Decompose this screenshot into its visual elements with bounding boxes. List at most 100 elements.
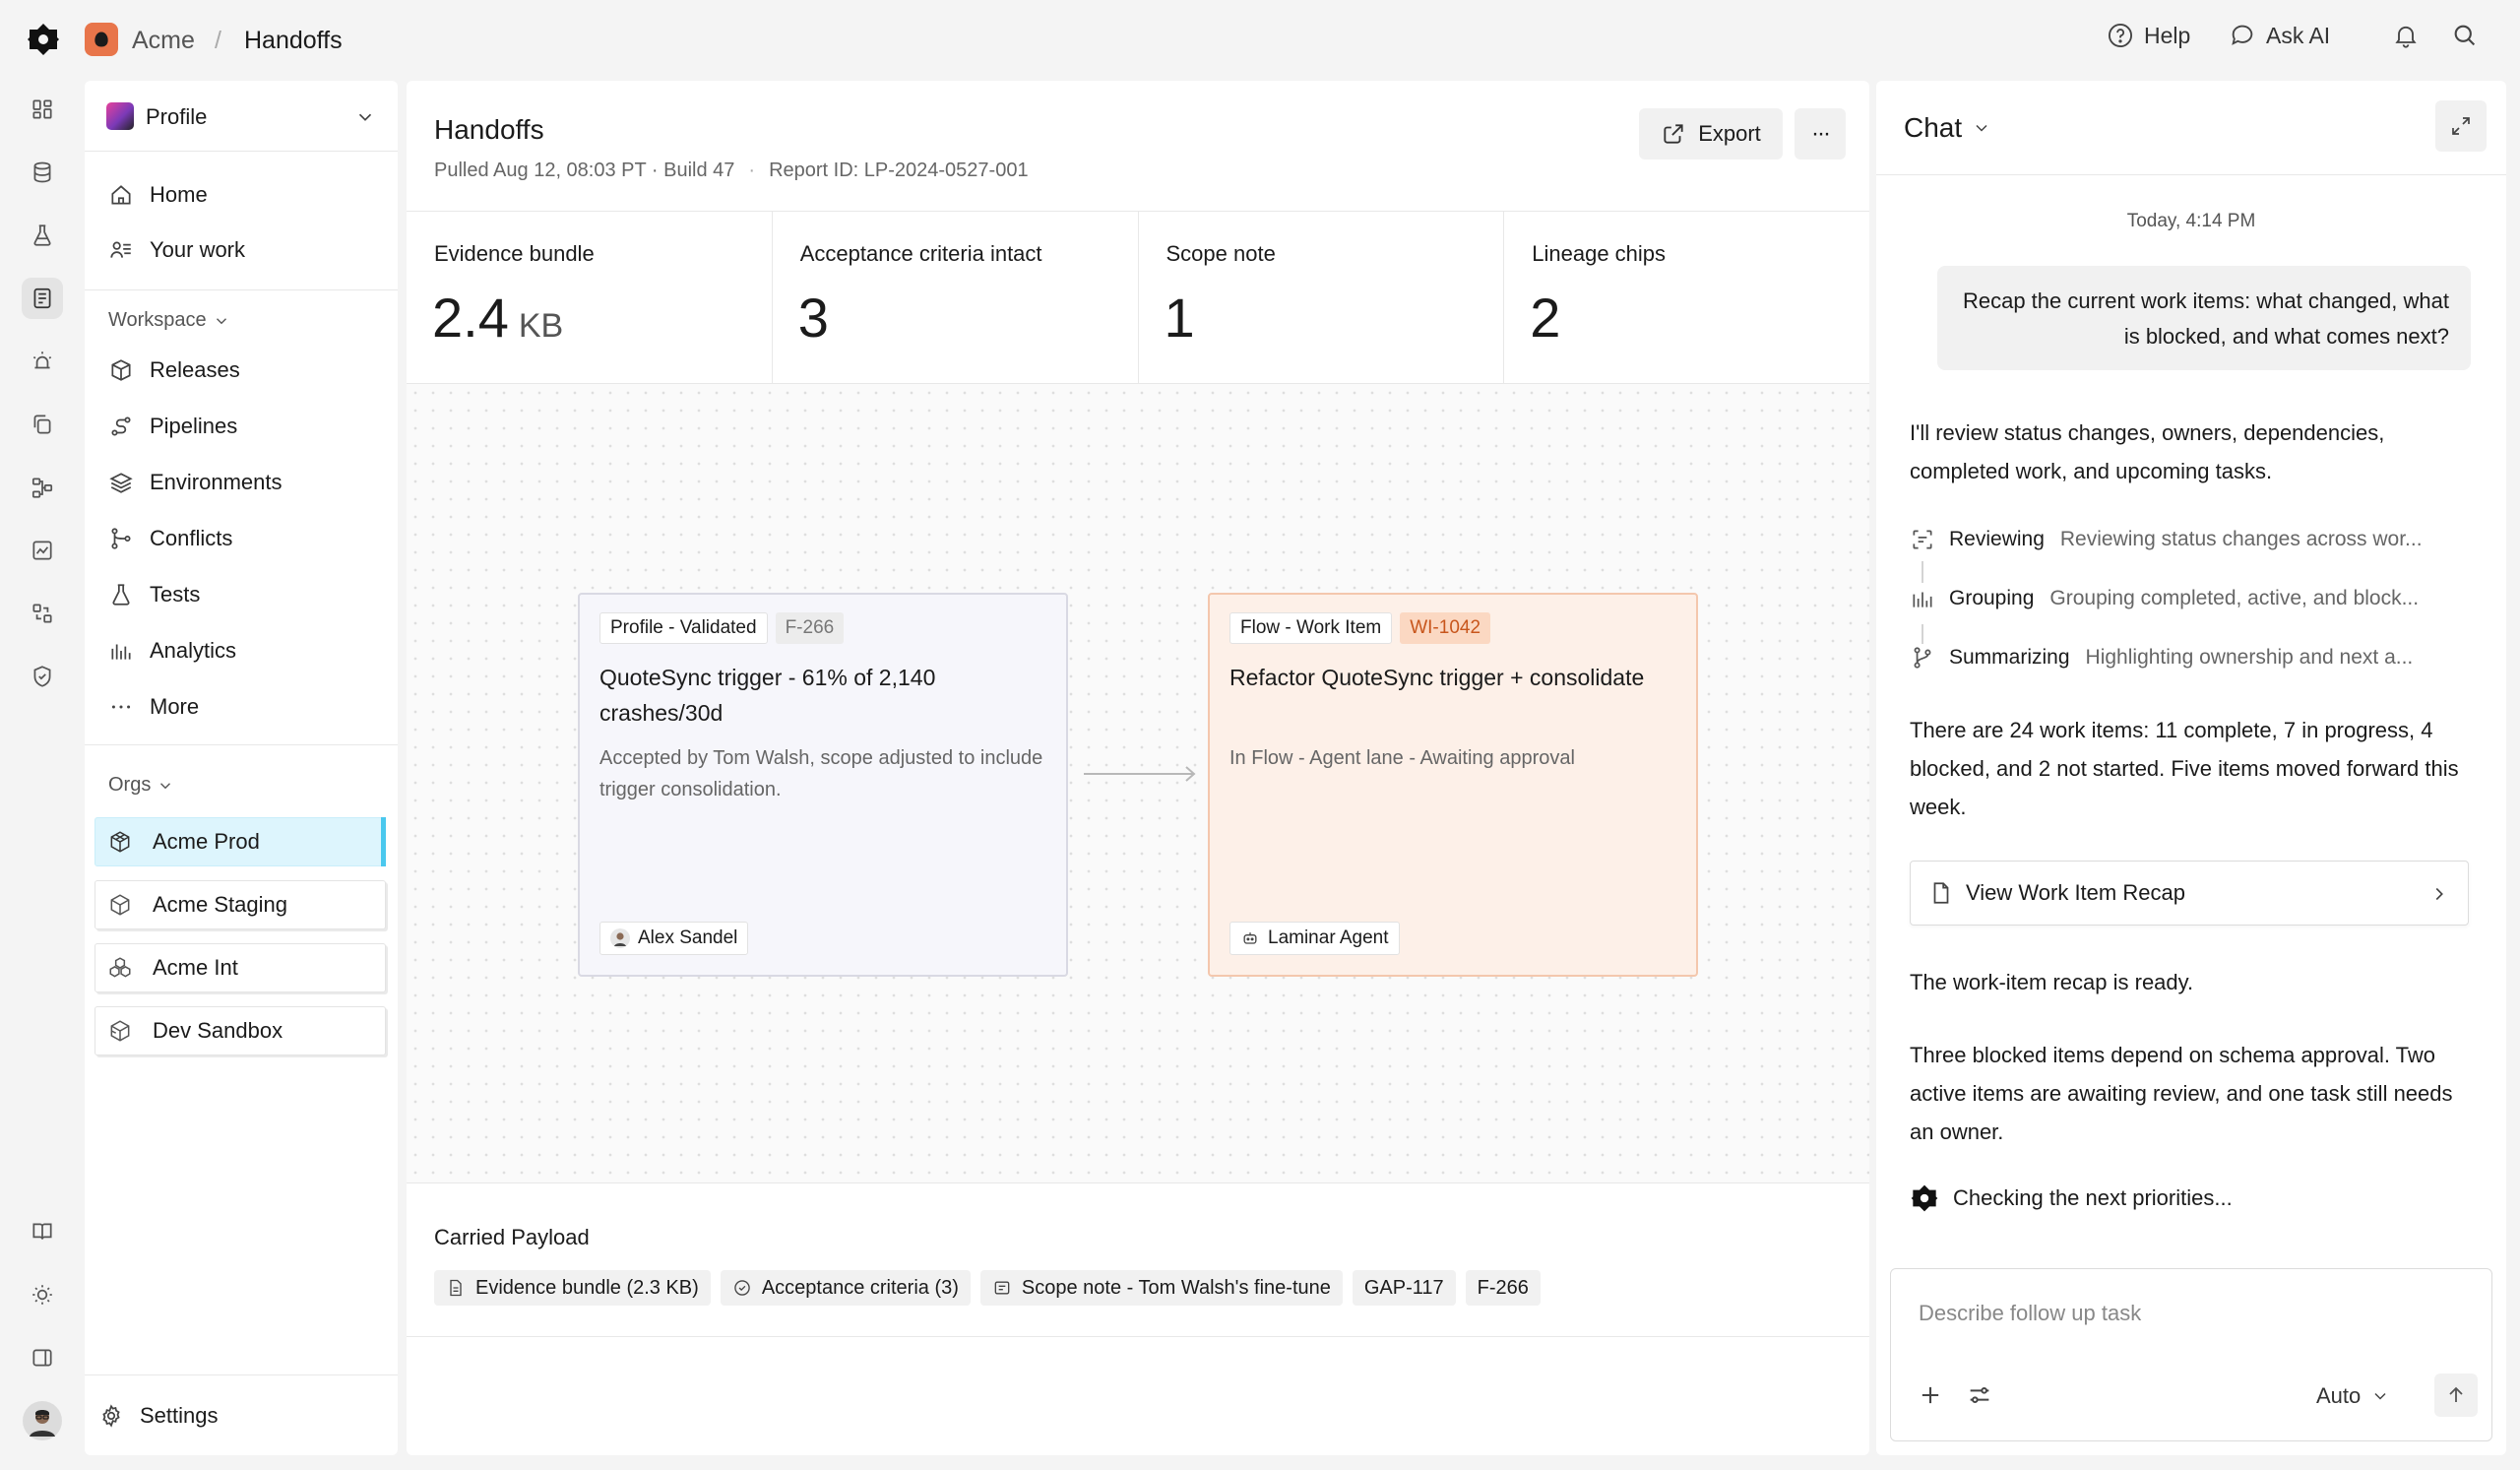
rail-docs-button[interactable]	[22, 1211, 63, 1252]
more-options-button[interactable]: ···	[1795, 108, 1846, 160]
chat-selector[interactable]: Chat	[1904, 112, 1991, 144]
card-status-chip: Flow - Work Item	[1229, 612, 1393, 644]
profile-label: Profile	[146, 104, 208, 129]
expand-chat-button[interactable]	[2435, 100, 2487, 152]
rail-flask-button[interactable]	[22, 215, 63, 256]
rail-theme-button[interactable]	[22, 1274, 63, 1315]
share-export-icon	[1664, 124, 1683, 144]
agent-step-grouping[interactable]: Grouping Grouping completed, active, and…	[1910, 581, 2475, 616]
chat-panel: Chat Today, 4:14 PM Recap the current wo…	[1876, 81, 2506, 1455]
rail-database-button[interactable]	[22, 152, 63, 193]
dashboard-icon	[32, 99, 52, 119]
sidebar-item-label: Environments	[150, 470, 283, 494]
plus-icon[interactable]	[1917, 1381, 1944, 1409]
org-item-acme-prod[interactable]: Acme Prod	[94, 817, 386, 866]
card-title: QuoteSync trigger - 61% of 2,140 crashes…	[599, 665, 936, 726]
stat-label: Evidence bundle	[434, 241, 595, 266]
chat-bubble-icon	[2232, 25, 2253, 45]
pulled-info: Pulled Aug 12, 08:03 PT · Build 47	[434, 160, 735, 181]
org-item-acme-staging[interactable]: Acme Staging	[94, 880, 386, 929]
handoff-card-target[interactable]: Flow - Work Item WI-1042 Refactor QuoteS…	[1208, 593, 1698, 977]
card-owner-chip: Laminar Agent	[1229, 922, 1400, 955]
agent-step-summarizing[interactable]: Summarizing Highlighting ownership and n…	[1910, 640, 2475, 675]
rail-dashboard-button[interactable]	[22, 89, 63, 130]
breadcrumb-org[interactable]: Acme	[132, 26, 195, 55]
handoff-canvas: Profile - Validated F-266 QuoteSync trig…	[407, 384, 1869, 1183]
orgs-label: Orgs	[108, 774, 152, 796]
chat-input[interactable]: Describe follow up task	[1919, 1301, 2141, 1326]
sidebar-item-your-work[interactable]: Your work	[108, 230, 245, 270]
rail-panel-toggle-button[interactable]	[22, 1337, 63, 1378]
stat-unit: KB	[518, 307, 564, 345]
payload-chip-scope-note[interactable]: Scope note - Tom Walsh's fine-tune	[979, 1270, 1343, 1306]
orgs-section-toggle[interactable]: Orgs	[108, 774, 174, 797]
ask-ai-button[interactable]: Ask AI	[2229, 22, 2330, 49]
sliders-icon[interactable]	[1966, 1381, 1993, 1409]
model-selector[interactable]: Auto	[2316, 1383, 2390, 1409]
org-avatar-icon[interactable]	[85, 23, 118, 56]
sidebar-item-label: Releases	[150, 357, 240, 382]
rail-security-button[interactable]	[22, 656, 63, 697]
help-button[interactable]: Help	[2107, 22, 2190, 49]
sidebar-item-environments[interactable]: Environments	[108, 463, 283, 502]
sidebar-item-settings[interactable]: Settings	[98, 1396, 219, 1436]
sidebar-item-analytics[interactable]: Analytics	[108, 631, 236, 671]
sidebar-item-home[interactable]: Home	[108, 175, 208, 215]
stats-row: Evidence bundle 2.4 KB Acceptance criteri…	[407, 211, 1869, 384]
payload-chip-acceptance[interactable]: Acceptance criteria (3)	[720, 1270, 971, 1306]
sidebar-item-tests[interactable]: Tests	[108, 575, 200, 614]
notifications-button[interactable]	[2392, 22, 2420, 49]
rail-transfer-button[interactable]	[22, 593, 63, 634]
rail-workflow-button[interactable]	[22, 467, 63, 508]
sidebar-item-conflicts[interactable]: Conflicts	[108, 519, 232, 558]
rail-copies-button[interactable]	[22, 404, 63, 445]
send-button[interactable]	[2434, 1374, 2478, 1417]
sidebar-item-pipelines[interactable]: Pipelines	[108, 407, 237, 446]
payload-chip-feature[interactable]: F-266	[1465, 1270, 1541, 1306]
payload-chip-gap[interactable]: GAP-117	[1352, 1270, 1456, 1306]
icon-rail	[0, 79, 83, 1470]
workspace-section-toggle[interactable]: Workspace	[108, 309, 230, 332]
dots-icon	[111, 705, 131, 709]
org-label: Acme Int	[153, 955, 238, 980]
bars-icon	[1913, 592, 1932, 607]
org-item-acme-int[interactable]: Acme Int	[94, 943, 386, 992]
top-bar: Acme / Handoffs Help Ask AI	[0, 0, 2520, 79]
chart-window-icon	[32, 541, 52, 560]
app-logo-icon[interactable]	[26, 22, 61, 57]
export-label: Export	[1698, 121, 1761, 146]
profile-selector[interactable]: Profile	[85, 81, 398, 152]
stat-scope-note: Scope note 1	[1139, 212, 1505, 383]
shield-check-icon	[33, 666, 51, 687]
view-work-item-recap-button[interactable]: View Work Item Recap	[1910, 861, 2469, 926]
rail-alerts-button[interactable]	[22, 341, 63, 382]
search-button[interactable]	[2451, 22, 2479, 49]
handoff-card-source[interactable]: Profile - Validated F-266 QuoteSync trig…	[578, 593, 1068, 977]
payload-chip-label: Acceptance criteria (3)	[761, 1276, 959, 1299]
sun-icon	[32, 1285, 52, 1305]
agent-step-reviewing[interactable]: Reviewing Reviewing status changes acros…	[1910, 522, 2475, 557]
export-button[interactable]: Export	[1639, 108, 1783, 160]
chevron-right-icon	[2435, 887, 2443, 901]
user-avatar[interactable]	[22, 1400, 63, 1441]
payload-chip-label: Evidence bundle (2.3 KB)	[475, 1276, 699, 1299]
stat-number: 2.4	[432, 287, 509, 349]
rail-reports-button[interactable]	[22, 278, 63, 319]
document-icon	[33, 288, 51, 309]
file-icon	[1933, 882, 1949, 904]
sidebar-item-more[interactable]: More	[108, 687, 199, 727]
flask-icon	[33, 224, 51, 246]
sidebar-item-releases[interactable]: Releases	[108, 351, 240, 390]
chevron-down-icon	[1976, 124, 1987, 132]
bars-icon	[111, 644, 131, 660]
payload-chip-evidence[interactable]: Evidence bundle (2.3 KB)	[434, 1270, 711, 1306]
rail-monitor-button[interactable]	[22, 530, 63, 571]
flask-icon	[112, 584, 130, 606]
blocked-note-text: Three blocked items depend on schema app…	[1910, 1043, 2453, 1144]
stat-evidence-bundle: Evidence bundle 2.4 KB	[407, 212, 773, 383]
stat-value: 2.4 KB	[432, 287, 563, 357]
sidebar-item-label: Analytics	[150, 638, 237, 663]
org-item-dev-sandbox[interactable]: Dev Sandbox	[94, 1006, 386, 1055]
page-subtitle: Pulled Aug 12, 08:03 PT · Build 47 · Rep…	[434, 160, 1029, 182]
help-circle-icon	[2108, 23, 2133, 48]
